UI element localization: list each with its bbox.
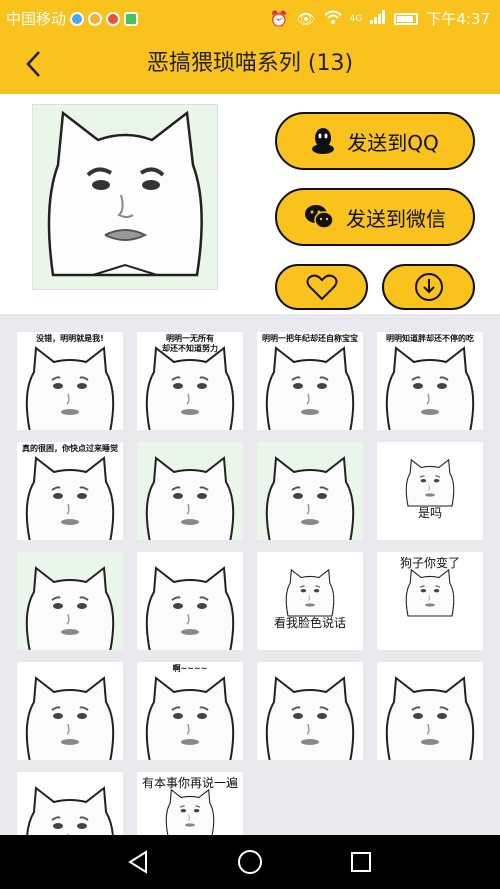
sticker-item[interactable]: 明明一无所有 却还不知道努力	[137, 332, 243, 430]
heart-icon	[306, 274, 337, 301]
sticker-caption: 真的很困，你快点过来睡觉	[22, 444, 118, 453]
qq-icon	[312, 128, 335, 154]
sticker-cat-face	[26, 786, 114, 835]
chevron-left-icon	[26, 51, 40, 77]
nav-home-button[interactable]	[235, 847, 265, 877]
sticker-item[interactable]: 真的很困，你快点过来睡觉	[17, 442, 123, 540]
sticker-item[interactable]: 狗子你变了	[377, 552, 483, 650]
battery-icon	[394, 12, 419, 25]
sticker-caption: 有本事你再说一遍	[141, 776, 238, 790]
eye-icon: 👁	[296, 9, 316, 28]
sticker-item[interactable]: 明明一把年纪却还自称宝宝	[257, 332, 363, 430]
nav-recents-button[interactable]	[346, 847, 376, 877]
send-to-qq-label: 发送到QQ	[347, 130, 439, 155]
circle-home-icon	[238, 850, 262, 874]
download-icon	[414, 273, 443, 301]
favorite-button[interactable]	[275, 264, 368, 310]
wifi-icon	[323, 10, 342, 28]
sticker-cat-face	[25, 676, 115, 760]
signal-icon	[370, 9, 386, 28]
page-title: 恶搞猥琐喵系列 (13)	[146, 51, 354, 76]
sticker-caption: 是吗	[417, 506, 442, 520]
back-button[interactable]	[18, 48, 48, 80]
sticker-cat-face	[385, 346, 475, 430]
sticker-cat-face	[265, 346, 355, 430]
play-store-icon	[124, 11, 139, 26]
sticker-cat-face	[25, 456, 115, 540]
sticker-item[interactable]: 有本事你再说一遍	[137, 772, 243, 835]
nav-back-button[interactable]	[124, 847, 154, 877]
sticker-cat-face	[285, 568, 335, 617]
carrier-label: 中国移动	[6, 10, 67, 28]
sticker-item[interactable]	[257, 442, 363, 540]
sticker-cat-face	[145, 566, 235, 650]
sticker-item[interactable]	[17, 772, 123, 835]
sticker-caption: 狗子你变了	[399, 556, 460, 570]
sticker-item[interactable]	[257, 662, 363, 760]
app-bar: 恶搞猥琐喵系列 (13)	[0, 34, 500, 94]
sticker-item[interactable]	[137, 442, 243, 540]
sticker-caption: 明明知道胖却还不停的吃	[386, 334, 474, 343]
sticker-caption: 明明一无所有 却还不知道努力	[162, 334, 218, 353]
triangle-back-icon	[128, 850, 147, 874]
app-notification-icon	[106, 11, 121, 26]
send-to-qq-button[interactable]: 发送到QQ	[275, 112, 475, 170]
sticker-item[interactable]: 看我脸色说话	[257, 552, 363, 650]
app-notification-icon	[70, 11, 85, 26]
sticker-cat-face	[265, 456, 355, 540]
sticker-cat-face	[145, 676, 235, 760]
sticker-caption: 看我脸色说话	[273, 616, 346, 630]
send-to-wechat-label: 发送到微信	[346, 206, 446, 231]
sticker-caption: 没错，明明就是我!	[36, 334, 104, 343]
navigation-bar	[0, 835, 500, 889]
sticker-cat-face	[25, 346, 115, 430]
sticker-preview-image	[32, 104, 218, 290]
status-bar: 中国移动 ⏰ 👁 4G 下午4:37	[0, 0, 500, 34]
sticker-caption: 啊~~~~	[172, 664, 208, 673]
sticker-item[interactable]	[377, 662, 483, 760]
square-recents-icon	[351, 852, 371, 872]
network-type: 4G	[349, 13, 363, 24]
sticker-item[interactable]	[17, 552, 123, 650]
download-button[interactable]	[382, 264, 475, 310]
clock-time: 下午4:37	[426, 10, 490, 28]
sticker-item[interactable]: 啊~~~~	[137, 662, 243, 760]
sticker-item[interactable]: 明明知道胖却还不停的吃	[377, 332, 483, 430]
sticker-cat-face	[265, 676, 355, 760]
alarm-icon: ⏰	[269, 9, 289, 28]
send-to-wechat-button[interactable]: 发送到微信	[275, 188, 475, 246]
sticker-preview-panel: 发送到QQ 发送到微信	[0, 94, 500, 314]
sticker-cat-face	[25, 566, 115, 650]
sticker-item[interactable]: 是吗	[377, 442, 483, 540]
sticker-cat-face	[385, 676, 475, 760]
sticker-item[interactable]: 没错，明明就是我!	[17, 332, 123, 430]
sticker-cat-face	[405, 458, 455, 507]
sticker-cat-face	[145, 456, 235, 540]
app-notification-icon	[88, 11, 103, 26]
wechat-icon	[305, 205, 334, 229]
sticker-caption: 明明一把年纪却还自称宝宝	[262, 334, 358, 343]
sticker-item[interactable]	[17, 662, 123, 760]
sticker-item[interactable]	[137, 552, 243, 650]
sticker-grid: 没错，明明就是我! 明明一无所有 却还不知道努力 明明一把年纪却还自称宝宝 明明知道胖…	[0, 314, 500, 835]
